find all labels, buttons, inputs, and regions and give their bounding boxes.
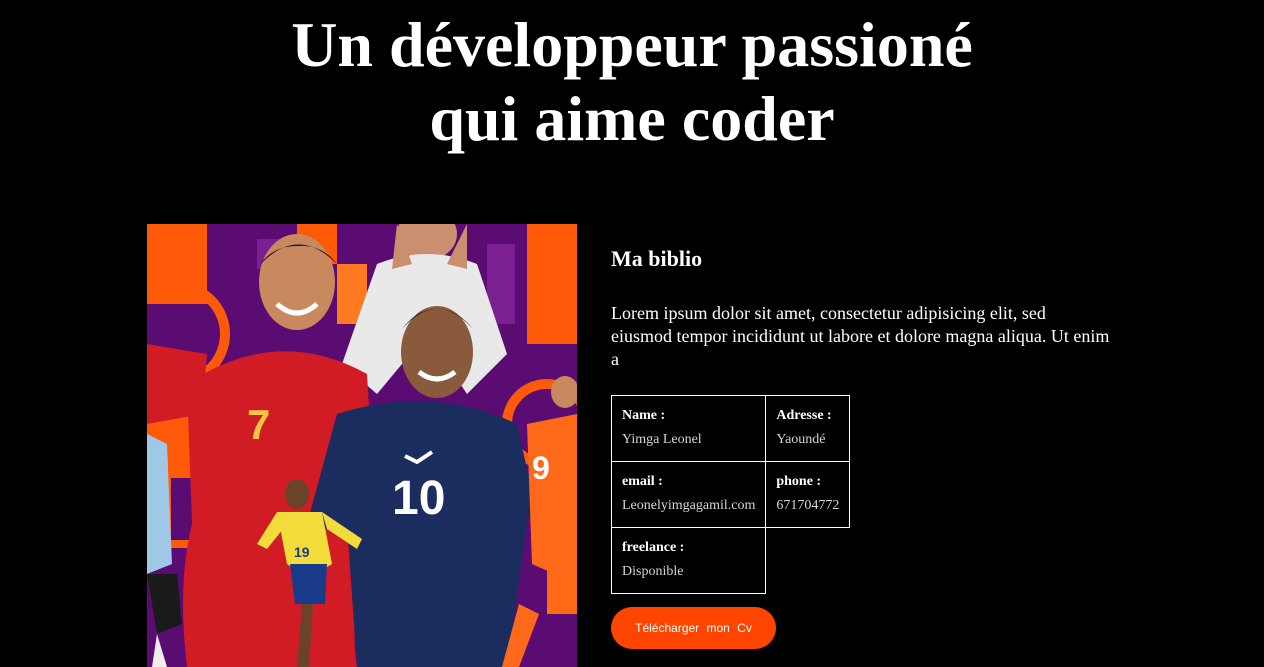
details-table: Name : Yimga Leonel Adresse : Yaoundé em…: [610, 395, 851, 594]
freelance-cell: freelance : Disponible: [610, 527, 767, 594]
table-row: email : Leonelyimgagamil.com phone : 671…: [610, 461, 851, 528]
about-heading: Ma biblio: [611, 246, 703, 271]
table-row: Name : Yimga Leonel Adresse : Yaoundé: [610, 395, 851, 462]
hero-title-line-2: qui aime coder: [429, 83, 835, 154]
svg-text:10: 10: [392, 472, 445, 525]
table-row: freelance : Disponible: [610, 527, 850, 594]
address-value: Yaoundé: [776, 432, 826, 447]
address-label: Adresse :: [776, 408, 832, 423]
hero-title: Un développeur passioné qui aime coder: [0, 8, 1264, 156]
hero-title-line-1: Un développeur passioné: [291, 9, 973, 80]
email-cell: email : Leonelyimgagamil.com: [610, 461, 767, 528]
empty-cell: [766, 528, 850, 594]
svg-text:7: 7: [247, 401, 270, 448]
address-cell: Adresse : Yaoundé: [765, 395, 851, 462]
email-value: Leonelyimgagamil.com: [622, 498, 756, 513]
name-cell: Name : Yimga Leonel: [610, 395, 767, 462]
about-text: Lorem ipsum dolor sit amet, consectetur …: [611, 303, 1110, 369]
football-players-image: 7 10 19 9: [147, 224, 577, 667]
email-label: email :: [622, 474, 663, 489]
name-label: Name :: [622, 408, 666, 423]
name-value: Yimga Leonel: [622, 432, 702, 447]
phone-label: phone :: [776, 474, 822, 489]
phone-value: 671704772: [776, 498, 840, 513]
svg-text:19: 19: [294, 544, 310, 560]
phone-cell: phone : 671704772: [765, 461, 851, 528]
download-cv-button[interactable]: Télécharger mon Cv: [611, 607, 776, 649]
about-section: Ma biblio Lorem ipsum dolor sit amet, co…: [610, 240, 1131, 594]
freelance-value: Disponible: [622, 564, 684, 579]
svg-text:9: 9: [532, 450, 550, 486]
freelance-label: freelance :: [622, 540, 685, 555]
